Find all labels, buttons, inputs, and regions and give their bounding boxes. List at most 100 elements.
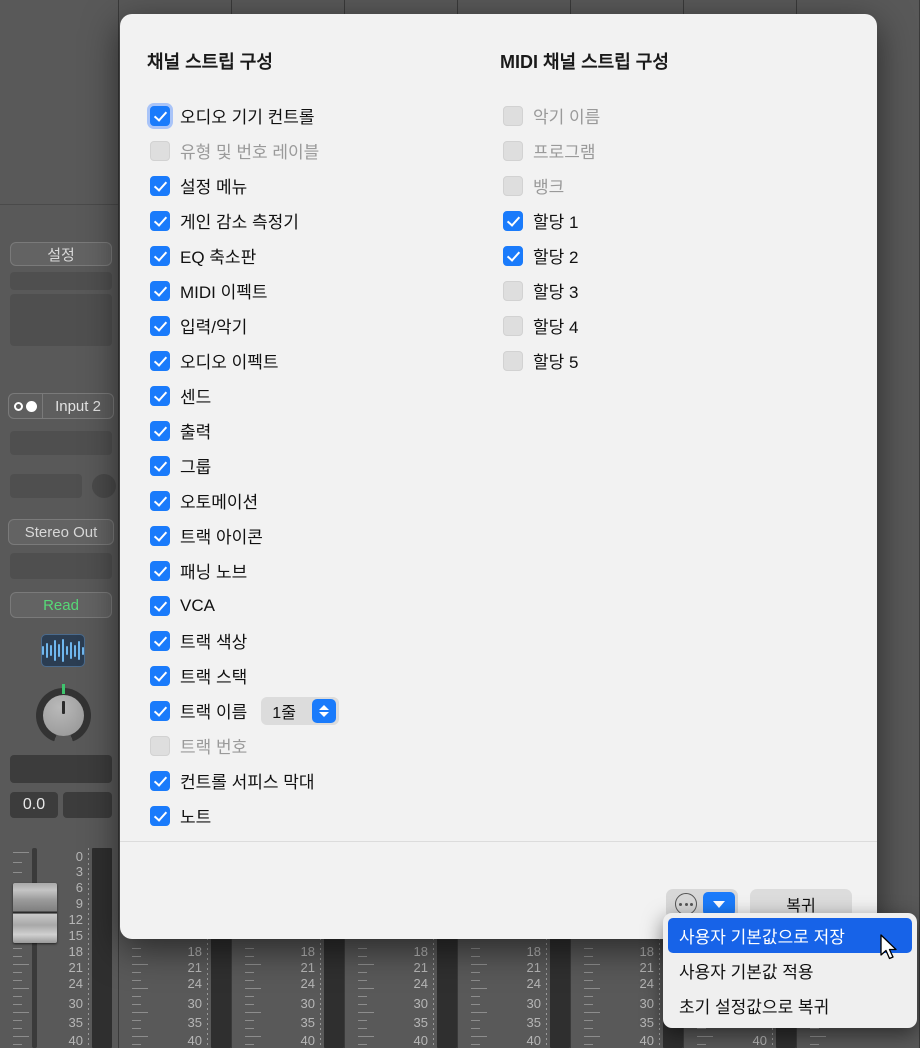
option-row[interactable]: 악기 이름 — [503, 98, 600, 133]
track-icon-button[interactable] — [41, 634, 85, 667]
send-knob[interactable] — [92, 474, 116, 498]
option-row[interactable]: 오디오 기기 컨트롤 — [150, 98, 339, 133]
pan-value-display[interactable]: 0.0 — [10, 792, 58, 818]
send-slot[interactable] — [10, 474, 82, 498]
input-slot[interactable]: Input 2 — [8, 393, 114, 419]
option-row[interactable]: 센드 — [150, 378, 339, 413]
group-slot[interactable] — [10, 553, 112, 579]
menu-item-save-user-default[interactable]: 사용자 기본값으로 저장 — [668, 918, 912, 953]
option-row[interactable]: 오디오 이펙트 — [150, 343, 339, 378]
checkbox-unchecked[interactable] — [150, 140, 170, 161]
eq-thumbnail[interactable] — [10, 294, 112, 346]
option-row[interactable]: 할당 3 — [503, 273, 600, 308]
audio-fx-slot[interactable] — [10, 431, 112, 455]
checkbox-checked-focused[interactable] — [150, 105, 170, 126]
checkbox-checked[interactable] — [503, 210, 523, 231]
volume-fader-track[interactable] — [32, 848, 37, 1048]
checkbox-unchecked[interactable] — [503, 350, 523, 371]
option-row[interactable]: 유형 및 번호 레이블 — [150, 133, 339, 168]
checkbox-checked[interactable] — [150, 490, 170, 511]
option-row[interactable]: VCA — [150, 588, 339, 623]
option-row[interactable]: 오토메이션 — [150, 483, 339, 518]
menu-item-apply-user-default[interactable]: 사용자 기본값 적용 — [663, 953, 917, 988]
option-label: 할당 3 — [533, 283, 579, 302]
channel-strip-components-dialog: 채널 스트립 구성 오디오 기기 컨트롤 유형 및 번호 레이블 설정 메뉴 게… — [120, 14, 877, 939]
checkbox-checked[interactable] — [150, 175, 170, 196]
option-row[interactable]: 뱅크 — [503, 168, 600, 203]
output-slot[interactable]: Stereo Out — [8, 519, 114, 545]
option-row[interactable]: 출력 — [150, 413, 339, 448]
input-meter-icon — [9, 394, 43, 418]
option-row[interactable]: 트랙 아이콘 — [150, 518, 339, 553]
checkbox-unchecked[interactable] — [503, 175, 523, 196]
channel-strip-1[interactable]: 설정 Input 2 Stereo Out Read 0.0 0 3 6 9 1… — [0, 0, 119, 1048]
stepper-icon[interactable] — [311, 698, 336, 723]
option-label: MIDI 이펙트 — [180, 283, 268, 302]
track-name-field[interactable] — [10, 755, 112, 783]
option-row[interactable]: 설정 메뉴 — [150, 168, 339, 203]
option-row[interactable]: 할당 2 — [503, 238, 600, 273]
option-row[interactable]: 그룹 — [150, 448, 339, 483]
pan-knob[interactable] — [36, 684, 91, 743]
checkbox-checked[interactable] — [150, 665, 170, 686]
dialog-body: 채널 스트립 구성 오디오 기기 컨트롤 유형 및 번호 레이블 설정 메뉴 게… — [120, 14, 877, 841]
option-row[interactable]: 패닝 노브 — [150, 553, 339, 588]
checkbox-checked[interactable] — [503, 245, 523, 266]
option-row[interactable]: MIDI 이펙트 — [150, 273, 339, 308]
option-label: 오디오 기기 컨트롤 — [180, 108, 315, 127]
checkbox-checked[interactable] — [150, 595, 170, 616]
checkbox-checked[interactable] — [150, 350, 170, 371]
checkbox-checked[interactable] — [150, 700, 170, 721]
option-row[interactable]: 게인 감소 측정기 — [150, 203, 339, 238]
option-row[interactable]: 트랙 스택 — [150, 658, 339, 693]
eq-slot[interactable] — [10, 272, 112, 290]
left-column: 채널 스트립 구성 — [147, 48, 273, 74]
option-label: 게인 감소 측정기 — [180, 213, 299, 232]
menu-item-restore-factory-default[interactable]: 초기 설정값으로 복귀 — [663, 988, 917, 1023]
checkbox-checked[interactable] — [150, 455, 170, 476]
option-row[interactable]: EQ 축소판 — [150, 238, 339, 273]
checkbox-unchecked[interactable] — [503, 315, 523, 336]
option-row[interactable]: 프로그램 — [503, 133, 600, 168]
option-row[interactable]: 입력/악기 — [150, 308, 339, 343]
option-row[interactable]: 할당 1 — [503, 203, 600, 238]
checkbox-checked[interactable] — [150, 315, 170, 336]
checkbox-checked[interactable] — [150, 805, 170, 826]
option-row[interactable]: 할당 5 — [503, 343, 600, 378]
chevron-up-icon — [318, 704, 329, 710]
option-row[interactable]: 트랙 번호 — [150, 728, 339, 763]
checkbox-checked[interactable] — [150, 420, 170, 441]
chevron-down-icon — [318, 711, 329, 717]
settings-button[interactable]: 설정 — [10, 242, 112, 266]
option-row-track-name[interactable]: 트랙 이름 1줄 — [150, 693, 339, 728]
chevron-down-icon — [713, 900, 725, 908]
checkbox-checked[interactable] — [150, 385, 170, 406]
checkbox-unchecked[interactable] — [150, 735, 170, 756]
automation-mode-button[interactable]: Read — [10, 592, 112, 618]
fader-tick-marks — [13, 848, 31, 1048]
checkbox-unchecked[interactable] — [503, 105, 523, 126]
checkbox-checked[interactable] — [150, 210, 170, 231]
track-name-lines-select[interactable]: 1줄 — [261, 696, 339, 725]
option-row[interactable]: 노트 — [150, 798, 339, 833]
checkbox-checked[interactable] — [150, 560, 170, 581]
pan-value-text: 0.0 — [22, 796, 46, 813]
automation-mode-label: Read — [43, 596, 79, 614]
checkbox-checked[interactable] — [150, 245, 170, 266]
checkbox-checked[interactable] — [150, 525, 170, 546]
option-label: 그룹 — [180, 458, 212, 477]
checkbox-unchecked[interactable] — [503, 140, 523, 161]
option-row[interactable]: 트랙 색상 — [150, 623, 339, 658]
checkbox-checked[interactable] — [150, 630, 170, 651]
option-label: 노트 — [180, 808, 212, 827]
checkbox-unchecked[interactable] — [503, 280, 523, 301]
volume-fader-handle[interactable] — [13, 883, 57, 943]
option-row[interactable]: 할당 4 — [503, 308, 600, 343]
checkbox-checked[interactable] — [150, 770, 170, 791]
option-label: 트랙 아이콘 — [180, 528, 263, 547]
checkbox-checked[interactable] — [150, 280, 170, 301]
volume-value-display[interactable] — [63, 792, 112, 818]
option-row[interactable]: 컨트롤 서피스 막대 — [150, 763, 339, 798]
option-label: 오디오 이펙트 — [180, 353, 279, 372]
track-name-lines-value: 1줄 — [272, 704, 296, 722]
